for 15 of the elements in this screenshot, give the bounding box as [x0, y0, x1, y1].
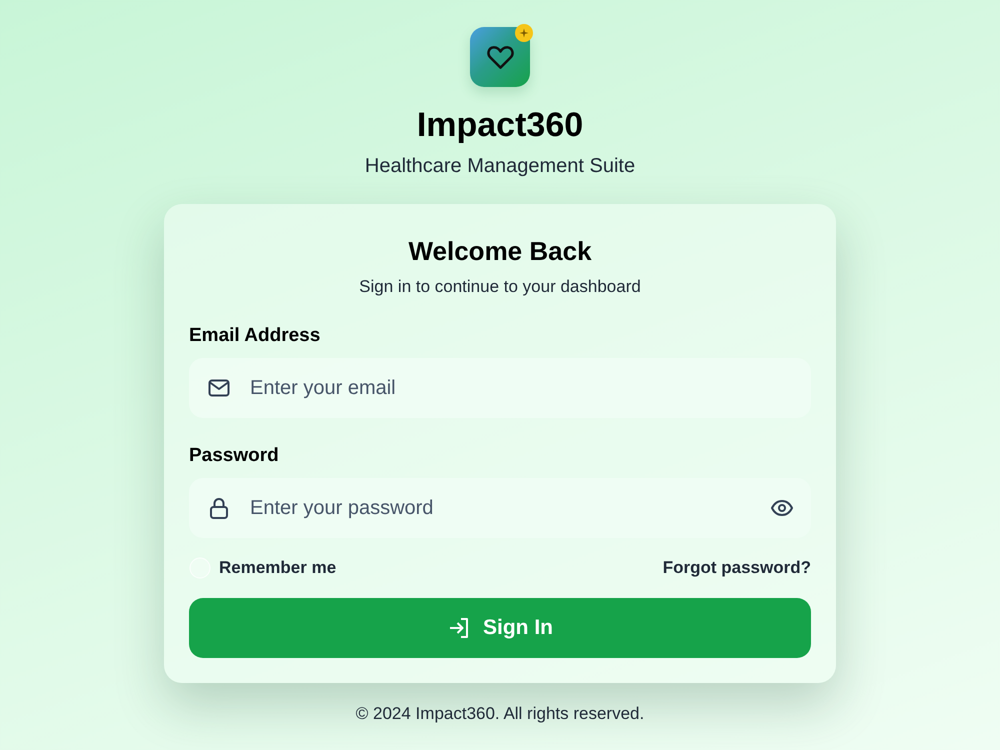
password-field[interactable]: Enter your password — [189, 478, 811, 538]
sign-in-icon — [447, 616, 471, 640]
card-title: Welcome Back — [408, 235, 592, 267]
field-label: Password — [189, 444, 279, 468]
forgot-password-link[interactable]: Forgot password? — [662, 558, 811, 578]
heart-logo-icon — [470, 27, 530, 87]
sparkle-badge-icon — [515, 24, 533, 42]
lock-icon — [207, 496, 231, 520]
field-label: Email Address — [189, 324, 320, 348]
card-subtitle: Sign in to continue to your dashboard — [359, 276, 641, 298]
email-field[interactable]: Enter your email — [189, 358, 811, 418]
app-tagline: Healthcare Management Suite — [364, 154, 636, 179]
copyright-text: © 2024 Impact360. All rights reserved. — [356, 703, 644, 725]
remember-label: Remember me — [219, 558, 336, 578]
app-title: Impact360 — [416, 105, 584, 145]
